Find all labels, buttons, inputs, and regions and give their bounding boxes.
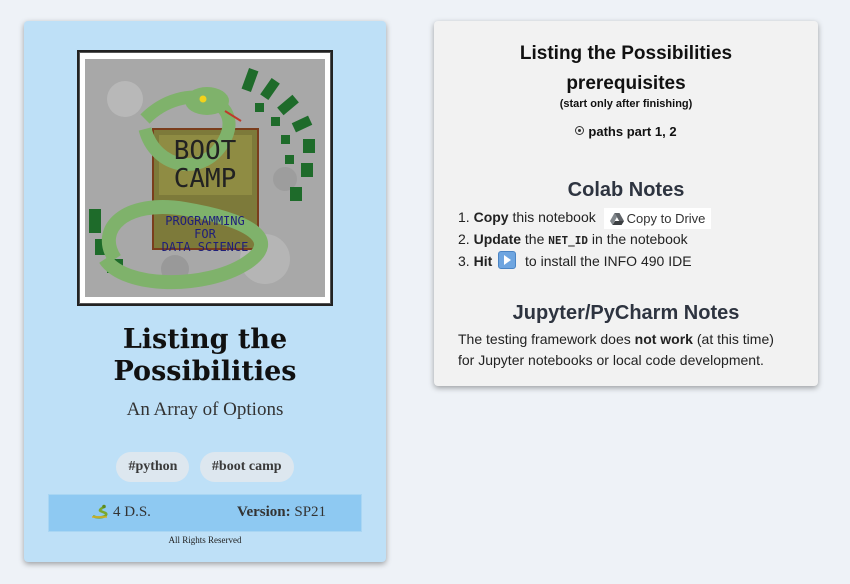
book-info-bar: 4 D.S. Version: SP21 <box>48 494 362 532</box>
step-number: 2. <box>458 230 470 247</box>
jupyter-heading: Jupyter/PyCharm Notes <box>512 302 740 324</box>
panel-title: Listing the Possibilities prerequisites <box>434 39 818 99</box>
cover-text-data-science: DATA SCIENCE <box>162 240 249 254</box>
panel-title-line2: prerequisites <box>566 73 686 94</box>
cover-text-programming: PROGRAMMING <box>165 214 244 228</box>
jupyter-emphasis: not work <box>634 331 693 347</box>
step-number: 1. <box>458 209 470 225</box>
cover-text-camp: CAMP <box>174 164 237 194</box>
version: Version: SP21 <box>237 504 326 521</box>
book-title-line2: Possibilities <box>113 356 297 387</box>
radio-icon <box>575 126 585 135</box>
copy-to-drive-button[interactable]: Copy to Drive <box>603 207 712 229</box>
step-3: 3. Hit to install the INFO 490 IDE <box>458 250 711 272</box>
prereq-item[interactable]: paths part 1, 2 <box>434 124 818 139</box>
panel-title-line1: Listing the Possibilities <box>519 43 733 64</box>
jupyter-line-2: for Jupyter notebooks or local code deve… <box>458 352 764 368</box>
prereq-label: paths part 1, 2 <box>588 124 677 139</box>
step-action: Copy <box>473 209 509 225</box>
colab-steps: 1. Copy this notebook Copy to Drive 2. U… <box>458 207 712 272</box>
jupyter-text: The testing framework does <box>458 331 631 347</box>
tag-list: #python #boot camp <box>24 452 386 482</box>
step-action: Update <box>473 230 522 247</box>
book-card: BOOT CAMP PROGRAMMING FOR DATA SCIENCE L… <box>24 21 386 562</box>
step-2: 2. Update the NET_ID in the notebook <box>458 229 711 251</box>
step-text: the <box>524 230 545 247</box>
rights-notice: All Rights Reserved <box>168 535 242 545</box>
step-text: to install the INFO 490 IDE <box>525 252 692 269</box>
play-icon[interactable] <box>498 250 517 269</box>
book-title-line1: Listing the <box>122 324 288 355</box>
snake-icon <box>92 504 108 519</box>
version-value: SP21 <box>294 504 327 520</box>
google-drive-icon <box>609 212 624 225</box>
notes-panel: Listing the Possibilities prerequisites … <box>434 21 818 386</box>
book-cover: BOOT CAMP PROGRAMMING FOR DATA SCIENCE <box>77 50 333 306</box>
publisher-label: 4 D.S. <box>113 504 151 520</box>
tag-boot-camp[interactable]: #boot camp <box>199 452 294 482</box>
step-1: 1. Copy this notebook Copy to Drive <box>458 207 712 229</box>
net-id-code: NET_ID <box>548 233 589 247</box>
cover-text-for: FOR <box>194 227 216 241</box>
step-text: this notebook <box>512 209 596 225</box>
publisher: 4 D.S. <box>91 504 151 521</box>
jupyter-text: (at this time) <box>696 331 774 347</box>
book-subtitle: An Array of Options <box>126 399 284 420</box>
step-number: 3. <box>458 252 470 269</box>
jupyter-line-1: The testing framework does not work (at … <box>458 329 774 350</box>
step-action: Hit <box>473 252 493 269</box>
tag-python[interactable]: #python <box>116 452 190 482</box>
cover-text-boot: BOOT <box>174 136 237 166</box>
copy-to-drive-label: Copy to Drive <box>626 210 706 226</box>
book-title: Listing the Possibilities <box>24 324 386 388</box>
jupyter-notes: The testing framework does not work (at … <box>458 329 774 371</box>
step-text: in the notebook <box>591 230 688 247</box>
colab-heading: Colab Notes <box>567 179 685 201</box>
prereq-note: (start only after finishing) <box>559 98 693 110</box>
version-label: Version: <box>237 504 291 520</box>
boot-camp-cover-image: BOOT CAMP PROGRAMMING FOR DATA SCIENCE <box>85 59 325 297</box>
